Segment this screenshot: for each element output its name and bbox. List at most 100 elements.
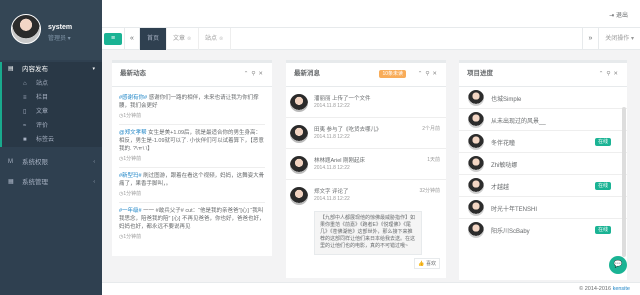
avatar [468,134,484,150]
close-circle-icon[interactable]: ⊗ [219,36,223,42]
close-icon[interactable]: ✕ [613,71,621,77]
tabs-scroll-forward-button[interactable]: » [582,28,598,50]
list-item[interactable]: 从未出现过的风景__ [459,109,627,131]
projects-panel: 项目进度 ⌃⚲✕ 也城Simple 从未出现过的风景__ 冬伴花瞳 在线 Zhi敏… [459,60,627,280]
project-user-name: 冬伴花瞳 [491,141,516,147]
copyright: © 2014-2016 [579,286,612,292]
feed-panel: 最新动态 ⌃⚲✕ #感谢有你# 感谢你们一路的相伴，未来也请让我为你们撑腰，我们… [112,60,272,256]
brand-link[interactable]: kensite [613,286,630,292]
list-item: #一年级# 一一 #敢兵父子# cut：“他是我的亲爸爸”[心] “我叫我思念，… [119,203,265,245]
avatar [290,94,308,112]
panel-title: 最新消息 10条未读 ⌃⚲✕ [286,63,446,87]
sidebar-subitem-site[interactable]: ⌂ 站点 [2,77,102,91]
tag-icon: ■ [23,137,27,143]
list-item[interactable]: 阳乐川ScBaby 在线 [459,219,627,241]
panel-tools: ⌃⚲✕ [244,63,266,85]
message-age: 32分钟前 [419,188,440,194]
panel-title: 最新动态 ⌃⚲✕ [112,63,272,87]
sidebar-item-label: 系统权限 [22,159,48,166]
panel-tools: ⌃⚲✕ [418,63,440,85]
footer: © 2014-2016 kensite [102,282,640,295]
avatar [290,125,308,143]
tab-site[interactable]: 站点 ⊗ [198,28,232,50]
project-user-name: 从未出现过的风景__ [491,119,546,125]
close-icon[interactable]: ✕ [258,71,266,77]
feed-link[interactable]: #新型玛# [119,173,142,179]
feed-time: 1分钟前 [119,112,265,119]
close-icon[interactable]: ✕ [432,71,440,77]
user-role-dropdown[interactable]: 管理员 ▾ [48,33,71,42]
sidebar-subitem-label: 文章 [36,109,49,115]
tab-article[interactable]: 文章 ⊗ [166,28,200,50]
message-author[interactable]: 田夷 [314,127,325,133]
tabs-scroll-back-button[interactable]: « [124,28,140,50]
status-badge: 在线 [594,138,611,146]
avatar [468,90,484,106]
feed-time: 1分钟前 [119,155,265,162]
message-time: 2014.11.8 12:22 [314,103,350,109]
sidebar-subitem-label: 栏目 [36,95,49,101]
sidebar-subitem-column[interactable]: ≡ 栏目 [2,91,102,105]
message-author[interactable]: 郑文字 [314,189,331,195]
file-icon: ▯ [23,109,27,115]
chat-button[interactable]: 💬 [609,256,627,274]
chevron-down-icon: ▾ [92,66,95,72]
message-author[interactable]: 林林题Ariel [314,158,342,164]
double-chevron-right-icon: » [588,35,593,42]
message-time: 2014.11.8 12:22 [314,165,350,171]
message-action: 上传了一个文件 [332,96,371,102]
unread-badge: 10条未读 [379,70,406,78]
message-text: 林林题Ariel 刚刚起床 [314,156,365,164]
home-icon: ⌂ [23,81,27,87]
list-item: #感谢有你# 感谢你们一路的相伴，未来也请让我为你们撑腰，我们会更好 1分钟前 [119,90,265,125]
user-role: 管理员 [48,36,67,42]
sidebar-item-system[interactable]: ▦ 系统管理 ‹ [0,175,102,190]
tab-label: 首页 [147,36,160,42]
list-icon: ≡ [23,95,27,101]
chevron-left-icon: ‹ [93,179,95,185]
menu-toggle-button[interactable]: ≡ [104,33,122,45]
list-item[interactable]: 才越越 在线 [459,175,627,197]
sidebar-item-content[interactable]: ▤ 内容发布 ▾ [0,62,102,77]
feed-link[interactable]: #一年级# [119,208,142,214]
message-action: 参与了《吃货去哪儿》 [326,127,382,133]
like-button[interactable]: 👍 喜欢 [414,258,440,269]
sidebar-item-permissions[interactable]: M 系统权限 ‹ [0,155,102,170]
avatar [468,178,484,194]
sidebar-subitem-review[interactable]: ≈ 评价 [2,119,102,133]
avatar [468,156,484,172]
list-item[interactable]: 时光十年TENSHI [459,197,627,219]
tab-home[interactable]: 首页 [140,28,168,50]
list-item[interactable]: 冬伴花瞳 在线 [459,131,627,153]
sidebar-item-label: 系统管理 [22,179,48,186]
chat-bubble-icon: 💬 [613,261,623,268]
avatar[interactable] [11,14,41,44]
feed-link[interactable]: @郑文孝帮 [119,130,147,136]
list-item[interactable]: Zhi敏哒娜 [459,153,627,175]
close-ops-dropdown[interactable]: 关闭操作 ▾ [598,28,640,50]
chevron-left-icon: ‹ [93,159,95,165]
list-item[interactable]: 也城Simple [459,87,627,109]
message-time: 2014.11.8 12:22 [314,134,350,140]
close-circle-icon[interactable]: ⊗ [187,36,191,42]
quoted-post: 【九部中人都展现他的惊佛最威胁指作】如果你重范《前嘉》《跑者E》《悦理佛》《尾几… [314,211,422,255]
feed-link[interactable]: #感谢有你# [119,95,147,101]
message-action: 评论了 [332,189,349,195]
like-label: 喜欢 [425,261,436,267]
username: system [48,24,73,31]
sidebar-subitem-tagcloud[interactable]: ■ 标签云 [2,133,102,147]
sidebar-subitem-article[interactable]: ▯ 文章 [2,105,102,119]
message-item[interactable]: 潘丽丽 上传了一个文件 2014.11.8 12:22 [286,87,446,118]
message-item[interactable]: 林林题Ariel 刚刚起床 2014.11.8 12:22 1天前 [286,149,446,180]
sidebar-submenu: ⌂ 站点 ≡ 栏目 ▯ 文章 ≈ 评价 ■ 标签云 [0,77,102,147]
message-author[interactable]: 潘丽丽 [314,96,331,102]
message-item[interactable]: 田夷 参与了《吃货去哪儿》 2014.11.8 12:22 2个月前 [286,118,446,149]
avatar [468,200,484,216]
message-item[interactable]: 郑文字 评论了 2014.11.8 12:22 32分钟前 [286,180,446,211]
logout-button[interactable]: ⇥ 退出 [609,10,628,19]
scrollbar[interactable] [622,107,626,257]
sidebar: system 管理员 ▾ ▤ 内容发布 ▾ ⌂ 站点 ≡ 栏目 ▯ 文章 ≈ 评价 ■ 标… [0,0,102,295]
tab-label: 站点 [205,36,218,42]
sidebar-subitem-label: 评价 [36,123,49,129]
avatar [468,112,484,128]
